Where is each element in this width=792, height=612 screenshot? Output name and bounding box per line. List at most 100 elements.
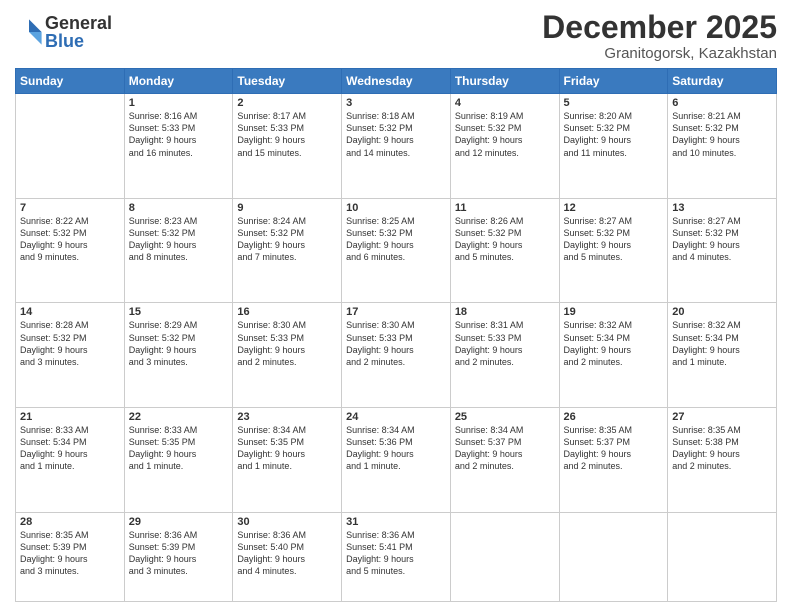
- day-number: 1: [129, 97, 229, 109]
- cell-info: Sunrise: 8:30 AM Sunset: 5:33 PM Dayligh…: [346, 319, 446, 368]
- calendar-cell: 2Sunrise: 8:17 AM Sunset: 5:33 PM Daylig…: [233, 94, 342, 199]
- cell-info: Sunrise: 8:18 AM Sunset: 5:32 PM Dayligh…: [346, 110, 446, 159]
- cell-info: Sunrise: 8:25 AM Sunset: 5:32 PM Dayligh…: [346, 215, 446, 264]
- logo-blue: Blue: [45, 32, 112, 50]
- calendar-cell: 18Sunrise: 8:31 AM Sunset: 5:33 PM Dayli…: [450, 303, 559, 408]
- calendar-cell: 17Sunrise: 8:30 AM Sunset: 5:33 PM Dayli…: [342, 303, 451, 408]
- cell-info: Sunrise: 8:33 AM Sunset: 5:34 PM Dayligh…: [20, 424, 120, 473]
- logo-icon: [15, 18, 43, 46]
- calendar-cell: 4Sunrise: 8:19 AM Sunset: 5:32 PM Daylig…: [450, 94, 559, 199]
- column-header-friday: Friday: [559, 69, 668, 94]
- day-number: 8: [129, 202, 229, 214]
- day-number: 23: [237, 411, 337, 423]
- cell-info: Sunrise: 8:36 AM Sunset: 5:41 PM Dayligh…: [346, 529, 446, 578]
- logo: General Blue: [15, 14, 112, 50]
- calendar-cell: 10Sunrise: 8:25 AM Sunset: 5:32 PM Dayli…: [342, 198, 451, 303]
- location: Granitogorsk, Kazakhstan: [542, 45, 777, 62]
- day-number: 9: [237, 202, 337, 214]
- cell-info: Sunrise: 8:30 AM Sunset: 5:33 PM Dayligh…: [237, 319, 337, 368]
- logo-text: General Blue: [45, 14, 112, 50]
- calendar-cell: 6Sunrise: 8:21 AM Sunset: 5:32 PM Daylig…: [668, 94, 777, 199]
- cell-info: Sunrise: 8:36 AM Sunset: 5:40 PM Dayligh…: [237, 529, 337, 578]
- calendar-header-row: SundayMondayTuesdayWednesdayThursdayFrid…: [16, 69, 777, 94]
- day-number: 21: [20, 411, 120, 423]
- calendar-cell: 14Sunrise: 8:28 AM Sunset: 5:32 PM Dayli…: [16, 303, 125, 408]
- calendar-cell: 11Sunrise: 8:26 AM Sunset: 5:32 PM Dayli…: [450, 198, 559, 303]
- cell-info: Sunrise: 8:22 AM Sunset: 5:32 PM Dayligh…: [20, 215, 120, 264]
- cell-info: Sunrise: 8:21 AM Sunset: 5:32 PM Dayligh…: [672, 110, 772, 159]
- calendar-cell: 26Sunrise: 8:35 AM Sunset: 5:37 PM Dayli…: [559, 408, 668, 513]
- cell-info: Sunrise: 8:35 AM Sunset: 5:39 PM Dayligh…: [20, 529, 120, 578]
- cell-info: Sunrise: 8:28 AM Sunset: 5:32 PM Dayligh…: [20, 319, 120, 368]
- day-number: 18: [455, 306, 555, 318]
- calendar-cell: 5Sunrise: 8:20 AM Sunset: 5:32 PM Daylig…: [559, 94, 668, 199]
- day-number: 15: [129, 306, 229, 318]
- day-number: 3: [346, 97, 446, 109]
- column-header-saturday: Saturday: [668, 69, 777, 94]
- day-number: 27: [672, 411, 772, 423]
- column-header-thursday: Thursday: [450, 69, 559, 94]
- day-number: 22: [129, 411, 229, 423]
- calendar-table: SundayMondayTuesdayWednesdayThursdayFrid…: [15, 68, 777, 602]
- cell-info: Sunrise: 8:33 AM Sunset: 5:35 PM Dayligh…: [129, 424, 229, 473]
- day-number: 20: [672, 306, 772, 318]
- day-number: 7: [20, 202, 120, 214]
- calendar-cell: 20Sunrise: 8:32 AM Sunset: 5:34 PM Dayli…: [668, 303, 777, 408]
- cell-info: Sunrise: 8:29 AM Sunset: 5:32 PM Dayligh…: [129, 319, 229, 368]
- cell-info: Sunrise: 8:34 AM Sunset: 5:35 PM Dayligh…: [237, 424, 337, 473]
- calendar-cell: 24Sunrise: 8:34 AM Sunset: 5:36 PM Dayli…: [342, 408, 451, 513]
- cell-info: Sunrise: 8:35 AM Sunset: 5:37 PM Dayligh…: [564, 424, 664, 473]
- day-number: 26: [564, 411, 664, 423]
- page: General Blue December 2025 Granitogorsk,…: [0, 0, 792, 612]
- cell-info: Sunrise: 8:17 AM Sunset: 5:33 PM Dayligh…: [237, 110, 337, 159]
- calendar-cell: [450, 512, 559, 601]
- calendar-cell: 25Sunrise: 8:34 AM Sunset: 5:37 PM Dayli…: [450, 408, 559, 513]
- calendar-cell: [668, 512, 777, 601]
- column-header-monday: Monday: [124, 69, 233, 94]
- cell-info: Sunrise: 8:20 AM Sunset: 5:32 PM Dayligh…: [564, 110, 664, 159]
- calendar-cell: 13Sunrise: 8:27 AM Sunset: 5:32 PM Dayli…: [668, 198, 777, 303]
- column-header-tuesday: Tuesday: [233, 69, 342, 94]
- day-number: 24: [346, 411, 446, 423]
- day-number: 10: [346, 202, 446, 214]
- day-number: 5: [564, 97, 664, 109]
- cell-info: Sunrise: 8:32 AM Sunset: 5:34 PM Dayligh…: [564, 319, 664, 368]
- calendar-cell: 23Sunrise: 8:34 AM Sunset: 5:35 PM Dayli…: [233, 408, 342, 513]
- cell-info: Sunrise: 8:16 AM Sunset: 5:33 PM Dayligh…: [129, 110, 229, 159]
- calendar-cell: 9Sunrise: 8:24 AM Sunset: 5:32 PM Daylig…: [233, 198, 342, 303]
- day-number: 4: [455, 97, 555, 109]
- calendar-cell: 3Sunrise: 8:18 AM Sunset: 5:32 PM Daylig…: [342, 94, 451, 199]
- logo-general: General: [45, 14, 112, 32]
- cell-info: Sunrise: 8:27 AM Sunset: 5:32 PM Dayligh…: [564, 215, 664, 264]
- calendar-cell: 15Sunrise: 8:29 AM Sunset: 5:32 PM Dayli…: [124, 303, 233, 408]
- calendar-cell: 19Sunrise: 8:32 AM Sunset: 5:34 PM Dayli…: [559, 303, 668, 408]
- cell-info: Sunrise: 8:32 AM Sunset: 5:34 PM Dayligh…: [672, 319, 772, 368]
- day-number: 31: [346, 516, 446, 528]
- cell-info: Sunrise: 8:24 AM Sunset: 5:32 PM Dayligh…: [237, 215, 337, 264]
- cell-info: Sunrise: 8:26 AM Sunset: 5:32 PM Dayligh…: [455, 215, 555, 264]
- calendar-cell: 21Sunrise: 8:33 AM Sunset: 5:34 PM Dayli…: [16, 408, 125, 513]
- day-number: 30: [237, 516, 337, 528]
- calendar-week-row: 14Sunrise: 8:28 AM Sunset: 5:32 PM Dayli…: [16, 303, 777, 408]
- calendar-cell: 16Sunrise: 8:30 AM Sunset: 5:33 PM Dayli…: [233, 303, 342, 408]
- calendar-week-row: 21Sunrise: 8:33 AM Sunset: 5:34 PM Dayli…: [16, 408, 777, 513]
- calendar-cell: 28Sunrise: 8:35 AM Sunset: 5:39 PM Dayli…: [16, 512, 125, 601]
- cell-info: Sunrise: 8:27 AM Sunset: 5:32 PM Dayligh…: [672, 215, 772, 264]
- day-number: 6: [672, 97, 772, 109]
- calendar-week-row: 7Sunrise: 8:22 AM Sunset: 5:32 PM Daylig…: [16, 198, 777, 303]
- day-number: 17: [346, 306, 446, 318]
- calendar-cell: 30Sunrise: 8:36 AM Sunset: 5:40 PM Dayli…: [233, 512, 342, 601]
- calendar-cell: 12Sunrise: 8:27 AM Sunset: 5:32 PM Dayli…: [559, 198, 668, 303]
- calendar-cell: 29Sunrise: 8:36 AM Sunset: 5:39 PM Dayli…: [124, 512, 233, 601]
- day-number: 19: [564, 306, 664, 318]
- cell-info: Sunrise: 8:34 AM Sunset: 5:37 PM Dayligh…: [455, 424, 555, 473]
- header: General Blue December 2025 Granitogorsk,…: [15, 10, 777, 62]
- title-block: December 2025 Granitogorsk, Kazakhstan: [542, 10, 777, 62]
- cell-info: Sunrise: 8:31 AM Sunset: 5:33 PM Dayligh…: [455, 319, 555, 368]
- calendar-cell: 1Sunrise: 8:16 AM Sunset: 5:33 PM Daylig…: [124, 94, 233, 199]
- calendar-week-row: 28Sunrise: 8:35 AM Sunset: 5:39 PM Dayli…: [16, 512, 777, 601]
- cell-info: Sunrise: 8:23 AM Sunset: 5:32 PM Dayligh…: [129, 215, 229, 264]
- calendar-cell: [16, 94, 125, 199]
- month-title: December 2025: [542, 10, 777, 45]
- cell-info: Sunrise: 8:36 AM Sunset: 5:39 PM Dayligh…: [129, 529, 229, 578]
